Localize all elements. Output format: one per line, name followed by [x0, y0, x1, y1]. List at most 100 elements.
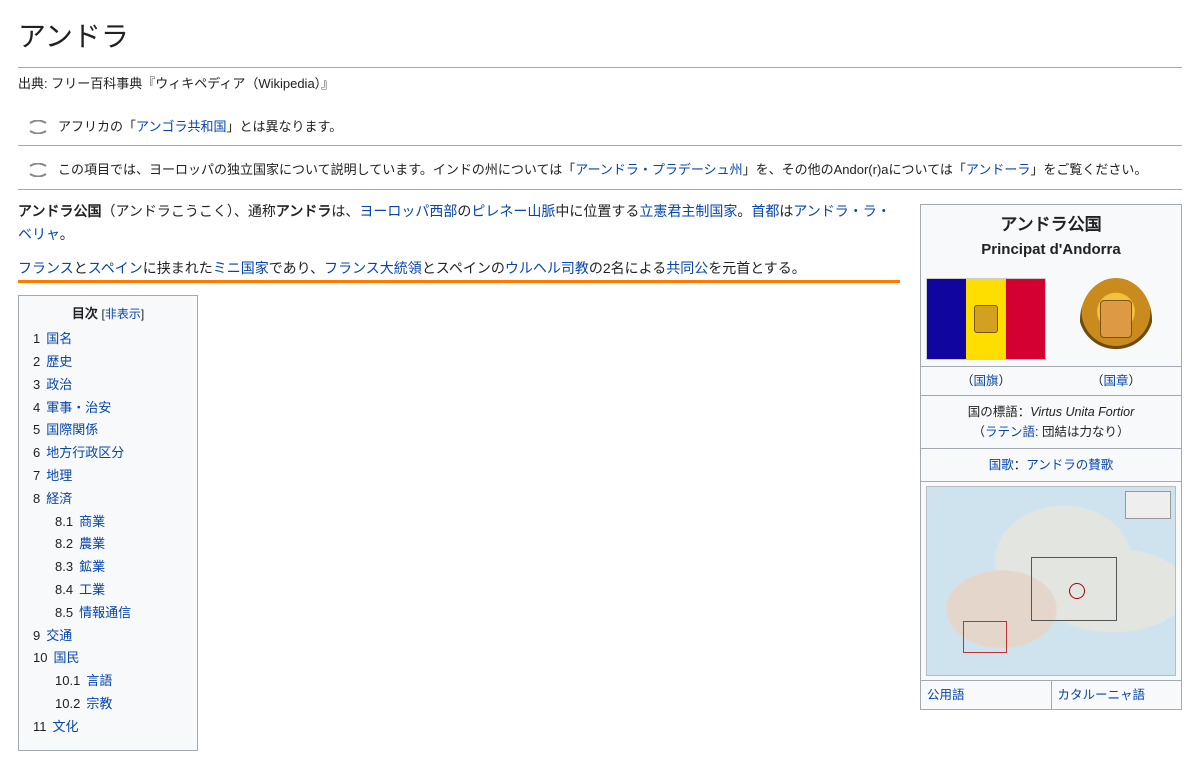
toc-link[interactable]: 工業	[79, 582, 105, 597]
link-spain[interactable]: スペイン	[88, 260, 143, 276]
toc-item[interactable]: 2 歴史	[33, 352, 183, 373]
lead-text: （アンドラこうこく）、通称	[101, 203, 275, 219]
toc-link[interactable]: 交通	[46, 628, 72, 643]
toc-number: 11	[33, 717, 47, 738]
toc-link[interactable]: 国際関係	[46, 422, 98, 437]
lead-bold: アンドラ	[276, 203, 331, 219]
toc-item[interactable]: 3 政治	[33, 375, 183, 396]
infobox-anthem: 国歌：アンドラの賛歌	[921, 448, 1181, 481]
toc-item[interactable]: 11 文化	[33, 717, 183, 738]
toc-link[interactable]: 国名	[46, 331, 72, 346]
link-coprince[interactable]: 共同公	[666, 260, 708, 276]
toc-item[interactable]: 8.3 鉱業	[33, 557, 183, 578]
link-latin[interactable]: ラテン語	[985, 425, 1035, 439]
toc-link[interactable]: 軍事・治安	[46, 400, 111, 415]
toc-link[interactable]: 歴史	[46, 354, 72, 369]
toc-link[interactable]: 経済	[46, 491, 72, 506]
toc-link[interactable]: 鉱業	[79, 559, 105, 574]
toc-number: 1	[33, 329, 40, 350]
toc-number: 2	[33, 352, 40, 373]
lead-text: は、	[331, 203, 359, 219]
table-of-contents: 目次 [非表示] 1国名2歴史3政治4軍事・治安5国際関係6地方行政区分7地理8…	[18, 295, 198, 750]
link-western-europe[interactable]: ヨーロッパ西部	[359, 203, 457, 219]
toc-item[interactable]: 5 国際関係	[33, 420, 183, 441]
hatnote-link-andhra[interactable]: アーンドラ・プラデーシュ州	[575, 162, 742, 177]
toc-item[interactable]: 6地方行政区分	[33, 443, 183, 464]
lead-text: 中に位置する	[555, 203, 639, 219]
link-official-language-label[interactable]: 公用語	[927, 688, 965, 702]
hatnote-link-angola[interactable]: アンゴラ共和国	[136, 119, 226, 134]
hatnote-text: 」をご覧ください。	[1030, 162, 1147, 177]
hatnote-link-andora[interactable]: アンドーラ	[966, 162, 1030, 177]
toc-number: 3	[33, 375, 40, 396]
toc-link[interactable]: 地方行政区分	[46, 445, 124, 460]
toc-item[interactable]: 8.1 商業	[33, 512, 183, 533]
toc-item[interactable]: 8.4 工業	[33, 580, 183, 601]
infobox-motto: 国の標語：Virtus Unita Fortior （ラテン語: 団結は力なり）	[921, 395, 1181, 448]
toc-number: 8.3	[55, 557, 73, 578]
lead-text: とスペインの	[422, 260, 505, 276]
toc-number: 10.1	[55, 671, 80, 692]
toc-item[interactable]: 8 経済	[33, 489, 183, 510]
toc-number: 10	[33, 648, 47, 669]
page-title: アンドラ	[18, 16, 1182, 68]
toc-number: 8.1	[55, 512, 73, 533]
hatnote-disambig-2: この項目では、ヨーロッパの独立国家について説明しています。インドの州については「…	[18, 156, 1182, 190]
link-capital[interactable]: 首都	[751, 203, 779, 219]
hatnote-text: 」とは異なります。	[227, 119, 343, 134]
toc-item[interactable]: 7 地理	[33, 466, 183, 487]
article-body: アンドラ公国（アンドラこうこく）、通称アンドラは、ヨーロッパ西部のピレネー山脈中…	[18, 200, 920, 750]
toc-item[interactable]: 10 国民	[33, 648, 183, 669]
link-pyrenees[interactable]: ピレネー山脈	[471, 203, 555, 219]
link-anthem-label[interactable]: 国歌	[989, 458, 1014, 472]
infobox-row-language: 公用語 カタルーニャ語	[921, 680, 1181, 709]
lead-text: であり、	[269, 260, 324, 276]
toc-link[interactable]: 言語	[86, 673, 112, 688]
hatnote-text: この項目では、ヨーロッパの独立国家について説明しています。インドの州については「	[58, 162, 575, 177]
toc-number: 4	[33, 398, 40, 419]
link-urgell-bishop[interactable]: ウルヘル司教	[505, 260, 589, 276]
link-microstate[interactable]: ミニ国家	[213, 260, 269, 276]
toc-number: 8	[33, 489, 40, 510]
link-constitutional-monarchy[interactable]: 立憲君主制国家	[639, 203, 737, 219]
toc-number: 7	[33, 466, 40, 487]
disambig-icon	[28, 120, 48, 134]
source-line: 出典: フリー百科事典『ウィキペディア（Wikipedia）』	[18, 74, 1182, 95]
toc-title: 目次	[72, 306, 98, 321]
toc-link[interactable]: 文化	[53, 719, 79, 734]
toc-toggle-link[interactable]: 非表示	[105, 307, 141, 321]
toc-item[interactable]: 1 国名	[33, 329, 183, 350]
flag-image[interactable]	[926, 278, 1046, 360]
toc-number: 5	[33, 420, 40, 441]
hatnote-disambig-1: アフリカの「アンゴラ共和国」とは異なります。	[18, 113, 1182, 147]
toc-link[interactable]: 宗教	[86, 696, 112, 711]
toc-link[interactable]: 地理	[46, 468, 72, 483]
disambig-icon	[28, 163, 48, 177]
toc-item[interactable]: 4 軍事・治安	[33, 398, 183, 419]
link-coa[interactable]: 国章	[1103, 374, 1128, 388]
link-anthem[interactable]: アンドラの賛歌	[1026, 458, 1113, 472]
toc-number: 8.4	[55, 580, 73, 601]
location-map[interactable]	[926, 486, 1176, 676]
toc-item[interactable]: 8.2農業	[33, 534, 183, 555]
toc-link[interactable]: 情報通信	[79, 605, 131, 620]
hatnote-text: アフリカの「	[58, 119, 136, 134]
link-catalan[interactable]: カタルーニャ語	[1058, 688, 1146, 702]
link-french-president[interactable]: フランス大統領	[324, 260, 422, 276]
toc-item[interactable]: 10.1 言語	[33, 671, 183, 692]
lead-text: と	[74, 260, 88, 276]
hatnote-text: 」を、その他のAndor(r)aについては「	[743, 162, 966, 177]
lead-paragraph-2: フランスとスペインに挟まれたミニ国家であり、フランス大統領とスペインのウルヘル司…	[18, 257, 900, 283]
toc-link[interactable]: 国民	[53, 650, 79, 665]
toc-item[interactable]: 8.5情報通信	[33, 603, 183, 624]
toc-link[interactable]: 農業	[79, 536, 105, 551]
toc-item[interactable]: 9交通	[33, 626, 183, 647]
link-france[interactable]: フランス	[18, 260, 74, 276]
coat-of-arms-image[interactable]	[1080, 278, 1152, 362]
toc-link[interactable]: 商業	[79, 514, 105, 529]
toc-link[interactable]: 政治	[46, 377, 72, 392]
lead-text: は	[779, 203, 793, 219]
toc-item[interactable]: 10.2宗教	[33, 694, 183, 715]
infobox: アンドラ公国 Principat d'Andorra （国旗） （国章） 国の標…	[920, 204, 1182, 710]
link-flag[interactable]: 国旗	[973, 374, 998, 388]
